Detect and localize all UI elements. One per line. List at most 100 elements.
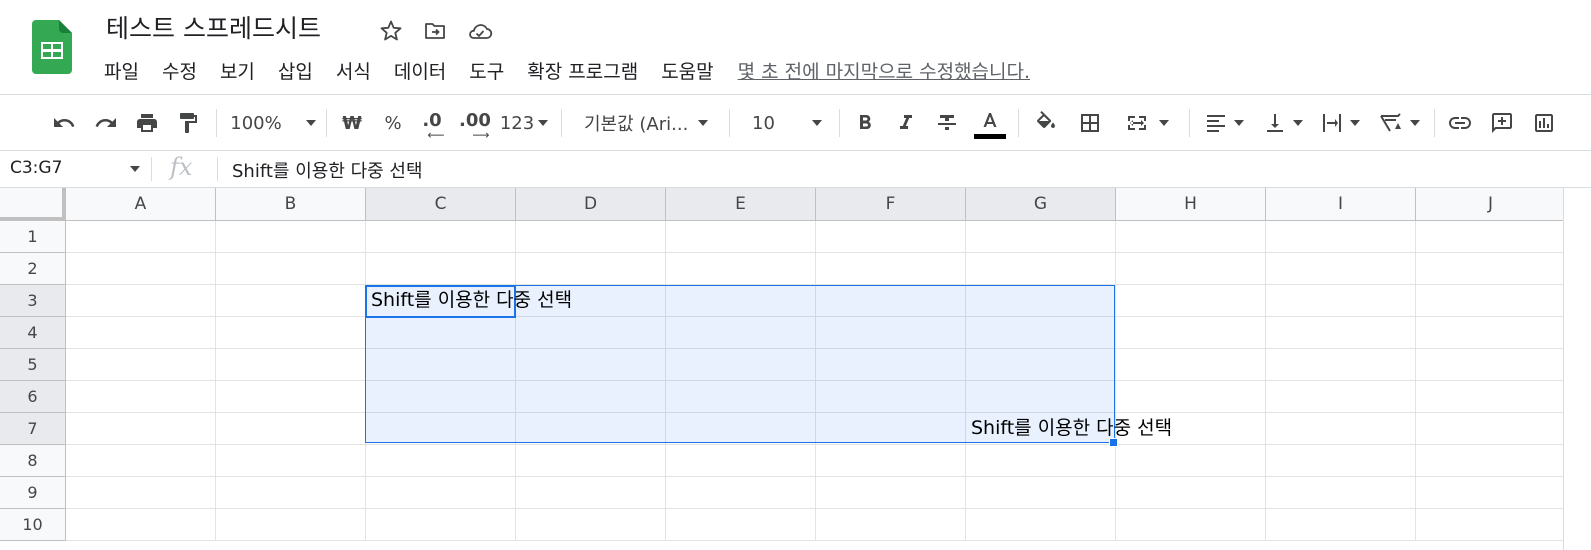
- cell-h5[interactable]: [1116, 349, 1266, 381]
- menu-help[interactable]: 도움말: [661, 58, 713, 86]
- cell-a7[interactable]: [66, 413, 216, 445]
- row-header-8[interactable]: 8: [0, 445, 66, 477]
- horizontal-align-button[interactable]: [1199, 95, 1249, 151]
- text-wrap-button[interactable]: [1315, 95, 1365, 151]
- insert-comment-icon[interactable]: [1486, 95, 1518, 151]
- cell-b5[interactable]: [216, 349, 366, 381]
- cell-d8[interactable]: [516, 445, 666, 477]
- menu-insert[interactable]: 삽입: [278, 58, 313, 86]
- text-rotation-button[interactable]: [1372, 95, 1426, 151]
- column-header-d[interactable]: D: [516, 188, 666, 221]
- menu-edit[interactable]: 수정: [162, 58, 197, 86]
- cell-a5[interactable]: [66, 349, 216, 381]
- cell-b7[interactable]: [216, 413, 366, 445]
- cell-f1[interactable]: [816, 221, 966, 253]
- cell-j4[interactable]: [1416, 317, 1566, 349]
- cell-i1[interactable]: [1266, 221, 1416, 253]
- menu-file[interactable]: 파일: [104, 58, 139, 86]
- print-icon[interactable]: [131, 95, 163, 151]
- cell-i3[interactable]: [1266, 285, 1416, 317]
- name-box[interactable]: C3:G7: [0, 151, 150, 187]
- cell-a9[interactable]: [66, 477, 216, 509]
- menu-extensions[interactable]: 확장 프로그램: [527, 58, 638, 86]
- bold-icon[interactable]: [849, 95, 881, 151]
- column-header-g[interactable]: G: [966, 188, 1116, 221]
- last-edit-link[interactable]: 몇 초 전에 마지막으로 수정했습니다.: [738, 58, 1030, 86]
- document-title[interactable]: 테스트 스프레드시트: [106, 12, 321, 46]
- cell-j8[interactable]: [1416, 445, 1566, 477]
- menu-view[interactable]: 보기: [220, 58, 255, 86]
- cell-b6[interactable]: [216, 381, 366, 413]
- select-all-corner[interactable]: [0, 188, 66, 221]
- cell-b10[interactable]: [216, 509, 366, 541]
- percent-format-button[interactable]: %: [378, 95, 408, 151]
- cell-b9[interactable]: [216, 477, 366, 509]
- cell-j2[interactable]: [1416, 253, 1566, 285]
- row-header-10[interactable]: 10: [0, 509, 66, 541]
- cell-d2[interactable]: [516, 253, 666, 285]
- row-header-3[interactable]: 3: [0, 285, 66, 317]
- row-header-7[interactable]: 7: [0, 413, 66, 445]
- cell-d1[interactable]: [516, 221, 666, 253]
- fill-color-icon[interactable]: [1030, 95, 1062, 151]
- cell-a3[interactable]: [66, 285, 216, 317]
- cell-c8[interactable]: [366, 445, 516, 477]
- cell-j9[interactable]: [1416, 477, 1566, 509]
- cell-c1[interactable]: [366, 221, 516, 253]
- cell-a10[interactable]: [66, 509, 216, 541]
- increase-decimal-button[interactable]: .00 ⟶: [457, 95, 493, 151]
- merge-cells-button[interactable]: [1118, 95, 1176, 151]
- cell-i6[interactable]: [1266, 381, 1416, 413]
- cell-h8[interactable]: [1116, 445, 1266, 477]
- row-header-9[interactable]: 9: [0, 477, 66, 509]
- column-header-i[interactable]: I: [1266, 188, 1416, 221]
- cell-j7[interactable]: [1416, 413, 1566, 445]
- undo-icon[interactable]: [48, 95, 80, 151]
- cell-f8[interactable]: [816, 445, 966, 477]
- menu-format[interactable]: 서식: [336, 58, 371, 86]
- cell-h3[interactable]: [1116, 285, 1266, 317]
- cell-i4[interactable]: [1266, 317, 1416, 349]
- cell-g1[interactable]: [966, 221, 1116, 253]
- cell-e9[interactable]: [666, 477, 816, 509]
- row-header-2[interactable]: 2: [0, 253, 66, 285]
- menu-tools[interactable]: 도구: [469, 58, 504, 86]
- zoom-select[interactable]: 100%: [228, 95, 318, 151]
- cell-g2[interactable]: [966, 253, 1116, 285]
- column-header-b[interactable]: B: [216, 188, 366, 221]
- currency-format-button[interactable]: ₩: [337, 95, 367, 151]
- decrease-decimal-button[interactable]: .0 ⟵: [416, 95, 448, 151]
- font-size-select[interactable]: 10: [740, 95, 832, 151]
- menu-data[interactable]: 데이터: [394, 58, 446, 86]
- cell-h9[interactable]: [1116, 477, 1266, 509]
- column-header-a[interactable]: A: [66, 188, 216, 221]
- insert-chart-icon[interactable]: [1528, 95, 1560, 151]
- cell-g8[interactable]: [966, 445, 1116, 477]
- column-header-c[interactable]: C: [366, 188, 516, 221]
- paint-format-icon[interactable]: [172, 95, 204, 151]
- cell-b2[interactable]: [216, 253, 366, 285]
- cell-b8[interactable]: [216, 445, 366, 477]
- cell-h4[interactable]: [1116, 317, 1266, 349]
- row-header-4[interactable]: 4: [0, 317, 66, 349]
- cell-c9[interactable]: [366, 477, 516, 509]
- cell-j5[interactable]: [1416, 349, 1566, 381]
- cell-i7[interactable]: [1266, 413, 1416, 445]
- fill-handle[interactable]: [1109, 438, 1118, 447]
- cell-e1[interactable]: [666, 221, 816, 253]
- cell-h7[interactable]: [1116, 413, 1266, 445]
- cloud-saved-icon[interactable]: [467, 18, 493, 44]
- cell-j10[interactable]: [1416, 509, 1566, 541]
- cell-d9[interactable]: [516, 477, 666, 509]
- font-family-select[interactable]: 기본값 (Ari...: [574, 95, 720, 151]
- cell-e2[interactable]: [666, 253, 816, 285]
- cell-c10[interactable]: [366, 509, 516, 541]
- cell-g9[interactable]: [966, 477, 1116, 509]
- star-icon[interactable]: [378, 18, 404, 44]
- cell-j6[interactable]: [1416, 381, 1566, 413]
- formula-input[interactable]: Shift를 이용한 다중 선택: [232, 157, 423, 183]
- row-header-5[interactable]: 5: [0, 349, 66, 381]
- cell-f9[interactable]: [816, 477, 966, 509]
- sheets-logo-icon[interactable]: [32, 20, 72, 74]
- cell-g10[interactable]: [966, 509, 1116, 541]
